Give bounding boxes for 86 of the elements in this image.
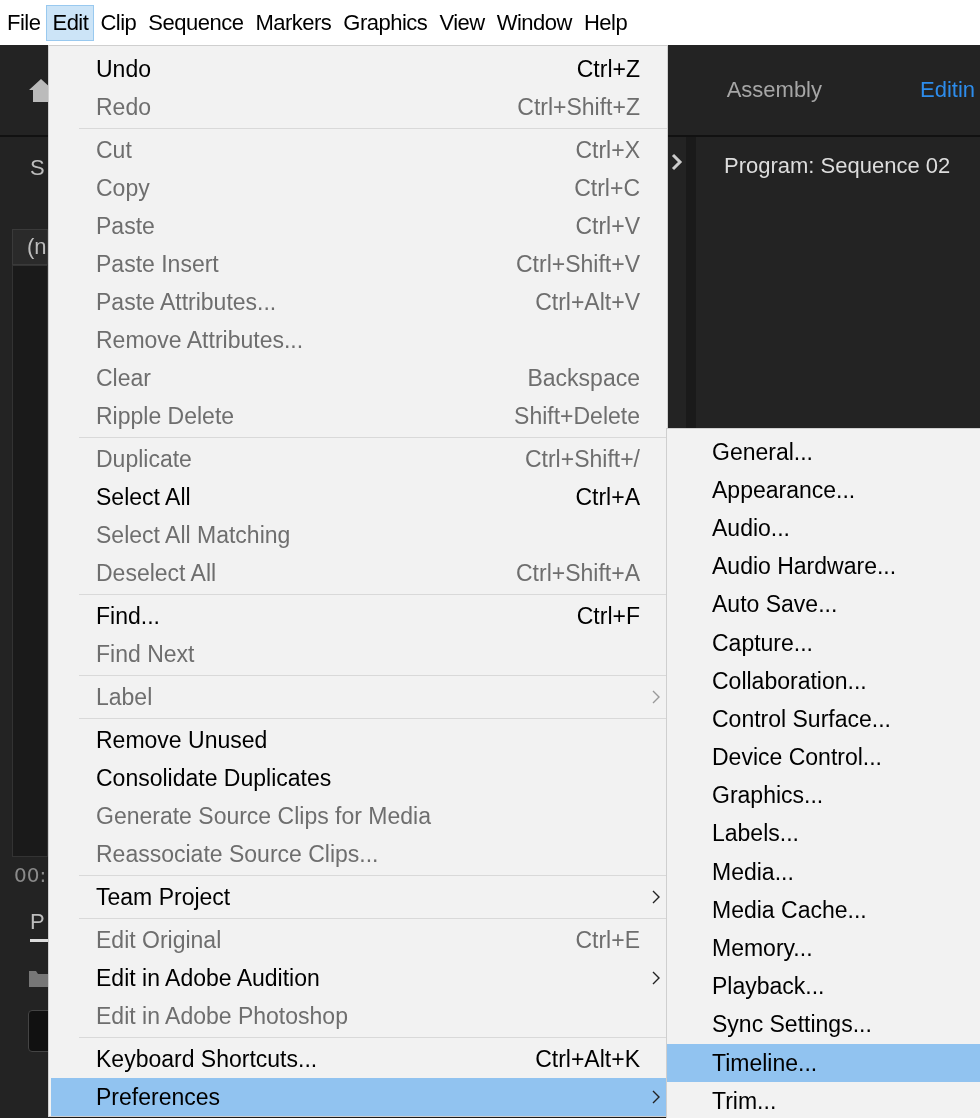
menu-label: Remove Unused: [96, 726, 269, 754]
shortcut-label: Shift+Delete: [514, 402, 640, 430]
menu-item[interactable]: File: [1, 4, 47, 41]
menu-label: Remove Attributes...: [96, 326, 305, 354]
menu-label: Paste: [96, 212, 156, 240]
panel-title: Program: Sequence 02: [724, 153, 952, 179]
menu-label: Deselect All: [96, 559, 218, 587]
menu-label: Select All Matching: [96, 521, 292, 549]
menu-label: Find Next: [96, 640, 196, 668]
menu-label: Copy: [96, 174, 151, 202]
menu-entry[interactable]: Graphics...: [667, 776, 980, 815]
menu-label: Label: [96, 683, 154, 711]
menu-entry[interactable]: Appearance...: [667, 471, 980, 510]
menu-entry[interactable]: Team Project: [49, 878, 667, 916]
menu-label: Team Project: [96, 883, 232, 911]
shortcut-label: Ctrl+Alt+K: [535, 1045, 640, 1073]
shortcut-label: Ctrl+X: [575, 136, 640, 164]
menu-entry[interactable]: Media Cache...: [667, 891, 980, 930]
menu-entry[interactable]: Auto Save...: [667, 585, 980, 624]
menu-entry[interactable]: Edit in Adobe Audition: [49, 959, 667, 997]
menu-entry[interactable]: Control Surface...: [667, 700, 980, 739]
menu-item[interactable]: Markers: [249, 4, 338, 41]
menu-label: Undo: [96, 55, 152, 83]
menu-label: Paste Attributes...: [96, 288, 278, 316]
shortcut-label: Ctrl+F: [576, 602, 640, 630]
menu-entry[interactable]: Select All Ctrl+A: [49, 478, 667, 516]
menu-entry[interactable]: Audio Hardware...: [667, 547, 980, 586]
menu-item[interactable]: Sequence: [142, 4, 250, 41]
shortcut-label: Ctrl+Z: [576, 55, 640, 83]
shortcut-label: Ctrl+E: [575, 926, 640, 954]
shortcut-label: Ctrl+Shift+V: [516, 250, 640, 278]
menu-entry[interactable]: Timeline...: [667, 1044, 980, 1083]
menu-label: Generate Source Clips for Media: [96, 802, 432, 830]
menu-item[interactable]: Help: [577, 4, 634, 41]
menu-entry[interactable]: Audio...: [667, 509, 980, 548]
menu-entry[interactable]: Collaboration...: [667, 662, 980, 701]
menu-item[interactable]: Graphics: [337, 4, 434, 41]
timecode: 00:: [14, 863, 48, 887]
workspace-tab[interactable]: Assembly: [726, 77, 822, 103]
menu-entry[interactable]: Media...: [667, 853, 980, 892]
menu-item[interactable]: View: [433, 4, 491, 41]
menu-label: Ripple Delete: [96, 402, 236, 430]
menu-entry[interactable]: Remove Unused: [49, 721, 667, 759]
menu-label: Edit Original: [96, 926, 223, 954]
shortcut-label: Ctrl+Alt+V: [535, 288, 640, 316]
menu-label: Edit in Adobe Photoshop: [96, 1002, 349, 1030]
menu-label: Redo: [96, 93, 152, 121]
menu-entry[interactable]: Device Control...: [667, 738, 980, 777]
shortcut-label: Backspace: [527, 364, 640, 392]
menu-label: Clear: [96, 364, 152, 392]
menu-label: Reassociate Source Clips...: [96, 840, 380, 868]
column-header[interactable]: (n: [12, 229, 48, 265]
menu-entry[interactable]: Labels...: [667, 814, 980, 854]
workspace-tab[interactable]: Editin: [920, 77, 980, 103]
menu-label: Paste Insert: [96, 250, 220, 278]
shortcut-label: Ctrl+Shift+/: [524, 445, 640, 473]
folder-icon[interactable]: [28, 968, 48, 988]
menu-entry[interactable]: Trim...: [667, 1082, 980, 1118]
menu-entry[interactable]: Undo Ctrl+Z: [49, 50, 667, 88]
menu-label: Keyboard Shortcuts...: [96, 1045, 319, 1073]
menu-entry[interactable]: Find... Ctrl+F: [49, 597, 667, 635]
menu-entry[interactable]: General...: [667, 433, 980, 472]
shortcut-label: Ctrl+C: [574, 174, 640, 202]
shortcut-label: Ctrl+Shift+Z: [517, 93, 640, 121]
menu-label: Preferences: [96, 1083, 221, 1111]
menu-label: Select All: [96, 483, 192, 511]
menu-item[interactable]: Edit: [46, 4, 95, 41]
panel-tab[interactable]: S: [30, 155, 48, 195]
menu-entry[interactable]: Preferences: [51, 1078, 667, 1116]
shortcut-label: Ctrl+V: [575, 212, 640, 240]
menu-entry[interactable]: Sync Settings...: [667, 1005, 980, 1044]
menu-entry[interactable]: Playback...: [667, 967, 980, 1006]
menu-label: Duplicate: [96, 445, 193, 473]
menu-entry[interactable]: Memory...: [667, 929, 980, 968]
menu-label: Edit in Adobe Audition: [96, 964, 321, 992]
menu-label: Cut: [96, 136, 133, 164]
shortcut-label: Ctrl+A: [575, 483, 640, 511]
menu-entry[interactable]: Consolidate Duplicates: [49, 759, 667, 797]
menu-item[interactable]: Clip: [94, 4, 143, 41]
menu-entry[interactable]: Capture...: [667, 623, 980, 663]
chevron-icon[interactable]: [671, 153, 683, 171]
menu-entry[interactable]: Keyboard Shortcuts... Ctrl+Alt+K: [49, 1040, 667, 1078]
shortcut-label: Ctrl+Shift+A: [516, 559, 640, 587]
menu-label: Consolidate Duplicates: [96, 764, 333, 792]
menu-item[interactable]: Window: [490, 4, 578, 41]
menu-label: Find...: [96, 602, 161, 630]
